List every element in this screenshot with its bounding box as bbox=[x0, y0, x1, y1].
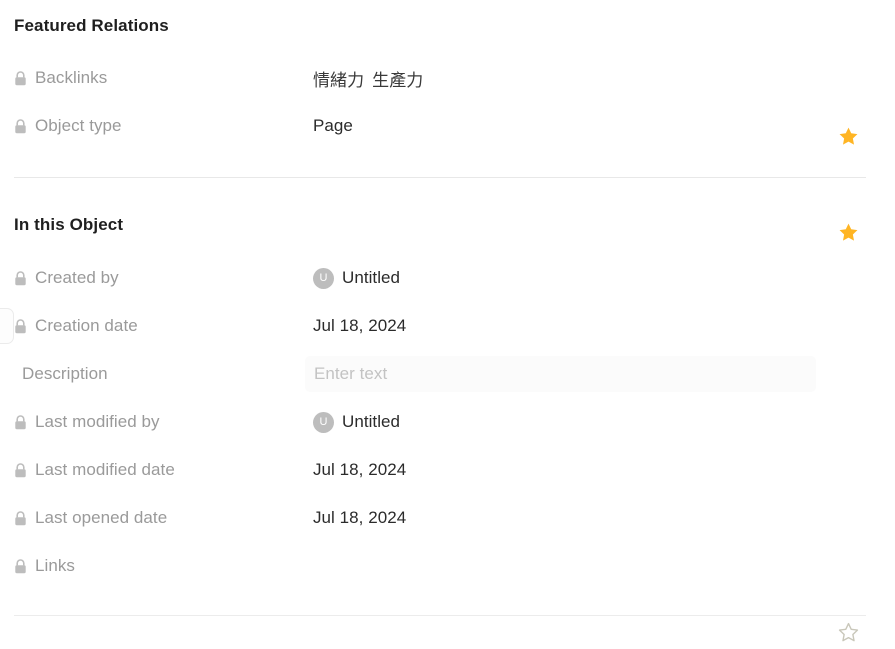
relation-value-backlinks[interactable]: 情緒力 生產力 bbox=[313, 58, 423, 98]
featured-star-creation-date[interactable] bbox=[836, 612, 860, 649]
relation-label-description: Description bbox=[14, 354, 304, 394]
relation-value-last-modified-by[interactable]: U Untitled bbox=[313, 402, 400, 442]
relation-label-backlinks: Backlinks bbox=[14, 58, 304, 98]
relation-row-last-modified-date[interactable]: Last modified date Jul 18, 2024 bbox=[0, 450, 895, 490]
featured-relations-heading: Featured Relations bbox=[14, 16, 169, 35]
section-divider-bottom bbox=[14, 615, 866, 616]
relation-value-creation-date[interactable]: Jul 18, 2024 bbox=[313, 306, 406, 346]
relation-row-backlinks[interactable]: Backlinks 情緒力 生產力 bbox=[0, 58, 895, 145]
object-type-value[interactable]: Page bbox=[313, 116, 353, 136]
last-modified-by-value[interactable]: Untitled bbox=[342, 412, 400, 432]
relation-label-text: Last modified date bbox=[35, 460, 175, 479]
relation-row-created-by[interactable]: Created by U Untitled bbox=[0, 258, 895, 298]
lock-icon bbox=[15, 558, 26, 573]
relation-value-last-modified-date[interactable]: Jul 18, 2024 bbox=[313, 450, 406, 490]
lock-icon bbox=[15, 510, 26, 525]
row-hover-highlight bbox=[0, 308, 14, 344]
relation-row-last-opened-date[interactable]: Last opened date Jul 18, 2024 bbox=[0, 498, 895, 538]
relation-label-text: Links bbox=[35, 556, 75, 575]
description-input[interactable]: Enter text bbox=[305, 356, 816, 392]
relation-label-last-modified-date: Last modified date bbox=[14, 450, 304, 490]
star-filled-icon bbox=[839, 223, 857, 241]
section-divider-top bbox=[14, 177, 866, 178]
avatar: U bbox=[313, 267, 334, 289]
relation-value-created-by[interactable]: U Untitled bbox=[313, 258, 400, 298]
star-outline-icon bbox=[838, 622, 858, 641]
relation-label-object-type: Object type bbox=[14, 106, 304, 146]
avatar: U bbox=[313, 411, 334, 433]
relation-row-last-modified-by[interactable]: Last modified by U Untitled bbox=[0, 402, 895, 442]
relation-label-text: Created by bbox=[35, 268, 119, 287]
lock-icon bbox=[15, 414, 26, 429]
description-placeholder: Enter text bbox=[314, 364, 388, 383]
relation-label-text: Backlinks bbox=[35, 68, 108, 87]
creation-date-value[interactable]: Jul 18, 2024 bbox=[313, 316, 406, 336]
object-relations-panel: Featured Relations Backlinks 情緒力 生產力 Obj… bbox=[0, 0, 895, 649]
relation-label-last-opened-date: Last opened date bbox=[14, 498, 304, 538]
relation-row-creation-date[interactable]: Creation date Jul 18, 2024 bbox=[0, 306, 895, 641]
relation-value-object-type[interactable]: Page bbox=[313, 106, 353, 146]
relation-label-text: Description bbox=[22, 364, 108, 383]
backlink-chip-1[interactable]: 情緒力 bbox=[313, 66, 364, 91]
relation-label-text: Object type bbox=[35, 116, 122, 135]
relation-label-text: Creation date bbox=[35, 316, 138, 335]
created-by-value[interactable]: Untitled bbox=[342, 268, 400, 288]
last-opened-date-value[interactable]: Jul 18, 2024 bbox=[313, 508, 406, 528]
relation-label-created-by: Created by bbox=[14, 258, 304, 298]
lock-icon bbox=[15, 318, 26, 333]
featured-star-object-type[interactable] bbox=[836, 212, 860, 252]
relation-label-text: Last opened date bbox=[35, 508, 168, 527]
in-this-object-heading: In this Object bbox=[14, 215, 124, 234]
relation-label-links: Links bbox=[14, 546, 304, 586]
relation-label-creation-date: Creation date bbox=[14, 306, 304, 346]
lock-icon bbox=[15, 118, 26, 133]
relation-label-text: Last modified by bbox=[35, 412, 160, 431]
backlink-chip-2[interactable]: 生產力 bbox=[372, 66, 423, 91]
lock-icon bbox=[15, 70, 26, 85]
relation-row-object-type[interactable]: Object type Page bbox=[0, 106, 895, 241]
relation-row-description[interactable]: Description Enter text bbox=[0, 354, 895, 394]
relation-row-links[interactable]: Links bbox=[0, 546, 895, 586]
lock-icon bbox=[15, 270, 26, 285]
last-modified-date-value[interactable]: Jul 18, 2024 bbox=[313, 460, 406, 480]
lock-icon bbox=[15, 462, 26, 477]
relation-label-last-modified-by: Last modified by bbox=[14, 402, 304, 442]
relation-value-last-opened-date[interactable]: Jul 18, 2024 bbox=[313, 498, 406, 538]
